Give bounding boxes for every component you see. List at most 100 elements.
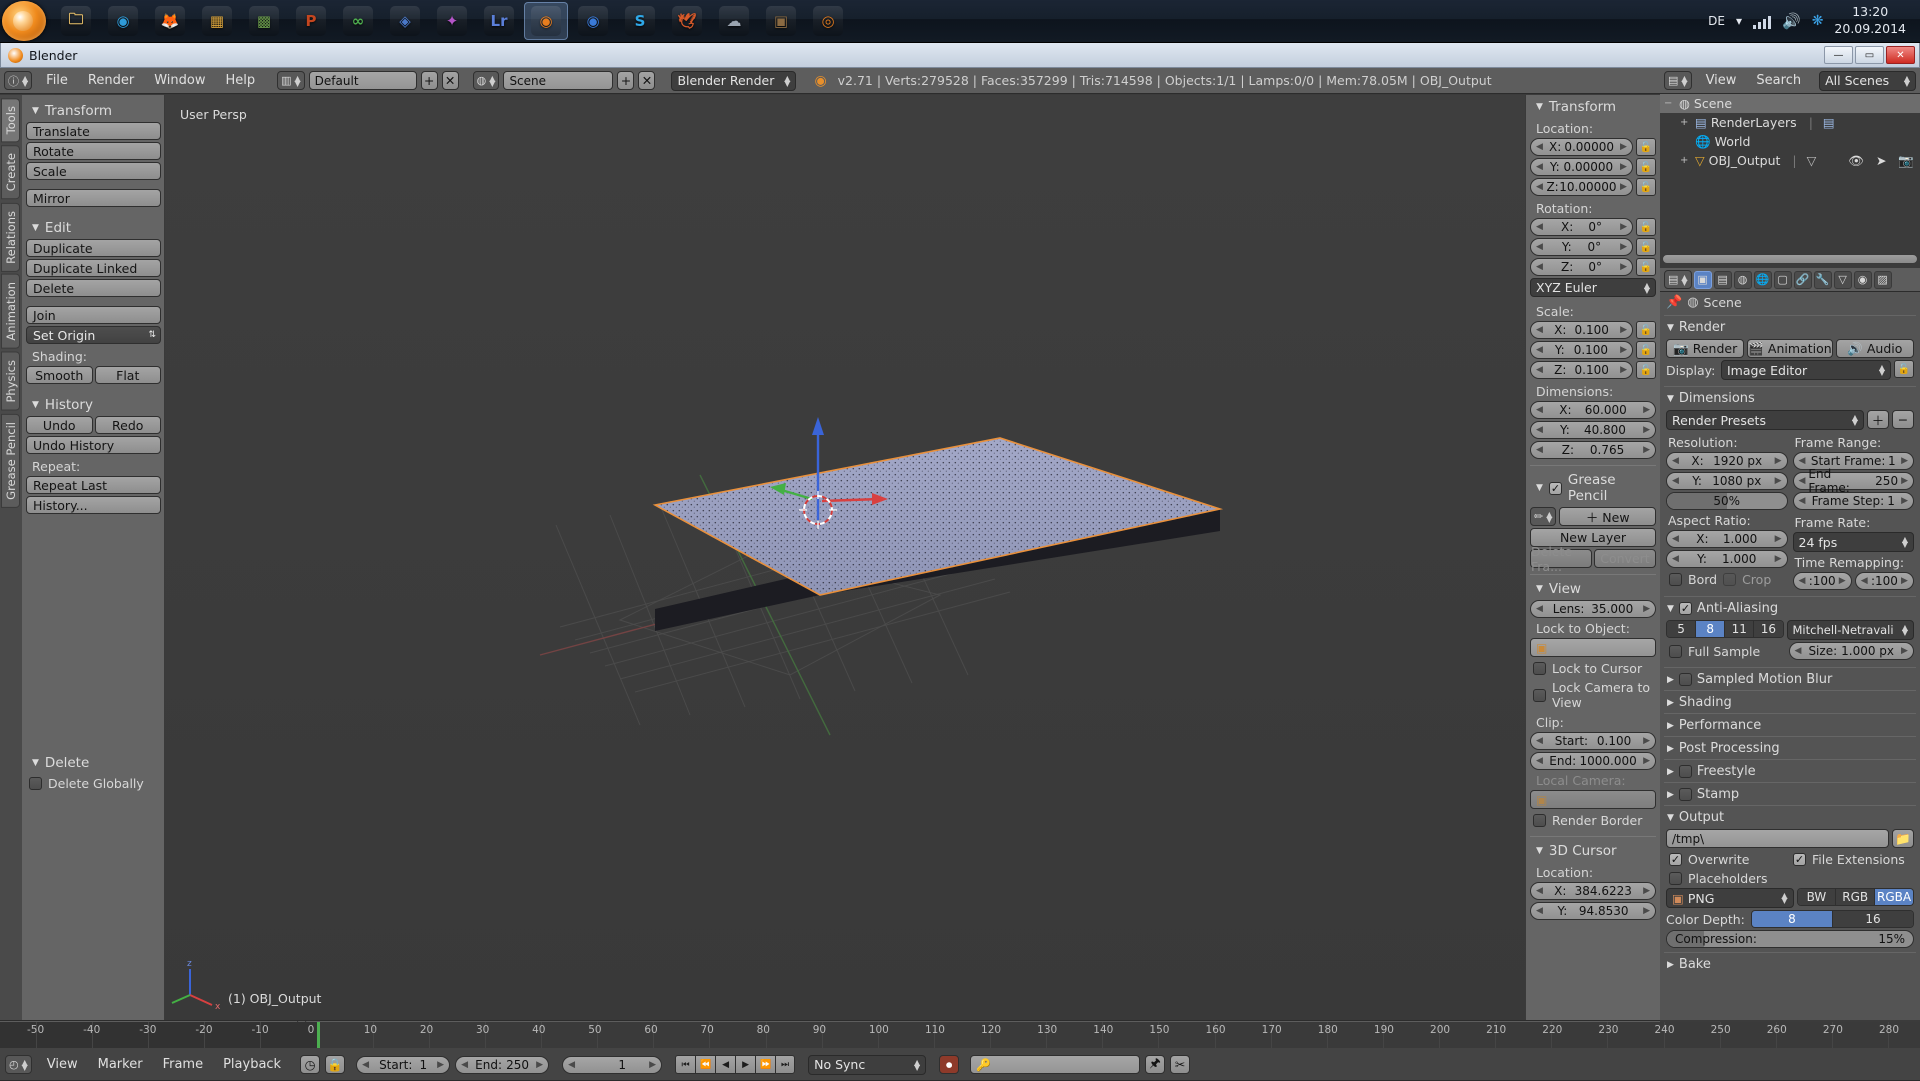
decrement-arrow-icon[interactable]: ◀: [1536, 182, 1543, 192]
render-presets-selector[interactable]: Render Presets▲▼: [1666, 410, 1864, 430]
grease-pencil-delete-frame-button[interactable]: Delete Fra...: [1530, 549, 1592, 568]
mesh-data-icon[interactable]: ▽: [1807, 153, 1817, 168]
display-mode-selector[interactable]: Image Editor▲▼: [1721, 360, 1891, 380]
lock-camera-to-view-checkbox[interactable]: [1533, 689, 1546, 702]
decrement-arrow-icon[interactable]: ◀: [1536, 162, 1543, 172]
blender-icon[interactable]: ◉: [524, 2, 568, 40]
scale-x[interactable]: ◀X:0.100▶: [1530, 321, 1633, 339]
decrement-arrow-icon[interactable]: ◀: [1536, 886, 1543, 896]
outliner-row[interactable]: +▽OBJ_Output|▽👁➤📷: [1660, 151, 1920, 170]
dimensions-x[interactable]: ◀X:60.000▶: [1530, 401, 1656, 419]
close-button[interactable]: ✕: [1886, 46, 1915, 64]
toolshelf-panel-transform[interactable]: ▼Transform: [26, 99, 161, 122]
properties-stamp-section[interactable]: ▶Stamp: [1664, 782, 1916, 805]
properties-material-tab[interactable]: ◉: [1854, 271, 1872, 289]
infinity-icon[interactable]: ∞: [336, 2, 380, 40]
decrement-arrow-icon[interactable]: ◀: [461, 1060, 468, 1070]
render-border-toggle[interactable]: Bord: [1666, 570, 1720, 589]
decrement-arrow-icon[interactable]: ◀: [1536, 325, 1543, 335]
editor-type-selector-outliner[interactable]: ▤ ▲▼: [1664, 71, 1692, 90]
tool-button-duplicate-linked[interactable]: Duplicate Linked: [26, 259, 161, 277]
outliner-menu-search[interactable]: Search: [1746, 70, 1811, 91]
decrement-arrow-icon[interactable]: ◀: [1536, 405, 1543, 415]
add-scene-button[interactable]: +: [617, 71, 634, 90]
tool-button-set-origin[interactable]: Set Origin⇅: [26, 326, 161, 344]
screen-layout-icon-box[interactable]: ▥ ▲▼: [277, 71, 305, 90]
start-button[interactable]: [2, 1, 46, 41]
properties-sampled-motion-blur-section[interactable]: ▶Sampled Motion Blur: [1664, 667, 1916, 690]
render-animation-button[interactable]: 🎬Animation: [1747, 339, 1832, 358]
tray-chevron-icon[interactable]: ▾: [1736, 14, 1742, 28]
paint-icon[interactable]: ✦: [430, 2, 474, 40]
decrement-arrow-icon[interactable]: ◀: [1672, 476, 1679, 486]
placeholders-checkbox[interactable]: [1669, 872, 1682, 885]
tool-button-mirror[interactable]: Mirror: [26, 189, 161, 207]
tool-button-flat[interactable]: Flat: [95, 366, 162, 384]
outliner-menu-view[interactable]: View: [1696, 70, 1747, 91]
lock-camera-to-view[interactable]: Lock Camera to View: [1530, 678, 1656, 712]
file-extensions[interactable]: ✓File Extensions: [1790, 850, 1914, 869]
local-camera-field[interactable]: ▣: [1530, 790, 1656, 809]
dimensions-z[interactable]: ◀Z:0.765▶: [1530, 441, 1656, 459]
decrement-arrow-icon[interactable]: ◀: [1536, 345, 1543, 355]
properties-render-section[interactable]: ▼Render: [1664, 315, 1916, 338]
minecraft-icon[interactable]: ▩: [242, 2, 286, 40]
rotation-lock-y[interactable]: 🔓: [1636, 238, 1656, 256]
rotation-lock-z[interactable]: 🔓: [1636, 258, 1656, 276]
increment-arrow-icon[interactable]: ▶: [1775, 456, 1782, 466]
increment-arrow-icon[interactable]: ▶: [1901, 646, 1908, 656]
grease-pencil-datablock-selector[interactable]: ✏▲▼: [1530, 507, 1556, 526]
grease-pencil-checkbox[interactable]: ✓: [1549, 482, 1562, 495]
increment-arrow-icon[interactable]: ▶: [1620, 142, 1627, 152]
decrement-arrow-icon[interactable]: ◀: [1536, 262, 1543, 272]
auto-keyframe-icon[interactable]: ◷: [300, 1055, 320, 1074]
photos-icon[interactable]: ▦: [195, 2, 239, 40]
properties-world-tab[interactable]: 🌐: [1754, 271, 1772, 289]
properties-render-layers-tab[interactable]: ▤: [1714, 271, 1732, 289]
network-signal-icon[interactable]: [1753, 14, 1771, 29]
toolshelf-panel-edit[interactable]: ▼Edit: [26, 216, 161, 239]
lock-to-cursor[interactable]: Lock to Cursor: [1530, 659, 1656, 678]
menu-render[interactable]: Render: [78, 70, 144, 91]
tool-button-history-[interactable]: History...: [26, 496, 161, 514]
decrement-arrow-icon[interactable]: ◀: [1536, 142, 1543, 152]
play-button[interactable]: ▶: [735, 1055, 755, 1074]
menu-file[interactable]: File: [36, 70, 78, 91]
tool-button-delete[interactable]: Delete: [26, 279, 161, 297]
increment-arrow-icon[interactable]: ▶: [1620, 345, 1627, 355]
decrement-arrow-icon[interactable]: ◀: [1536, 242, 1543, 252]
expand-toggle-icon[interactable]: +: [1680, 155, 1691, 166]
increment-arrow-icon[interactable]: ▶: [1775, 554, 1782, 564]
properties-freestyle-section[interactable]: ▶Freestyle: [1664, 759, 1916, 782]
properties-modifiers-tab[interactable]: 🔧: [1814, 271, 1832, 289]
full-sample-checkbox[interactable]: [1669, 645, 1682, 658]
resolution-percentage-slider[interactable]: 50%: [1666, 492, 1788, 510]
minimize-button[interactable]: —: [1824, 46, 1853, 64]
lock-to-cursor-checkbox[interactable]: [1533, 662, 1546, 675]
editor-type-selector-properties[interactable]: ▤ ▲▼: [1664, 270, 1692, 289]
jump-to-start-button[interactable]: ⏮: [675, 1055, 695, 1074]
tool-button-undo-history[interactable]: Undo History: [26, 436, 161, 454]
render-frame-step[interactable]: ◀Frame Step:1▶: [1793, 492, 1915, 510]
location-lock-y[interactable]: 🔓: [1636, 158, 1656, 176]
increment-arrow-icon[interactable]: ▶: [1901, 476, 1908, 486]
color-mode-rgba[interactable]: RGBA: [1875, 889, 1913, 905]
render-crop-toggle[interactable]: Crop: [1720, 570, 1774, 589]
decrement-arrow-icon[interactable]: ◀: [1536, 425, 1543, 435]
npanel-view-title[interactable]: ▼View: [1530, 577, 1656, 600]
increment-arrow-icon[interactable]: ▶: [1901, 496, 1908, 506]
decrement-arrow-icon[interactable]: ◀: [1861, 576, 1868, 586]
decrement-arrow-icon[interactable]: ◀: [1672, 554, 1679, 564]
increment-arrow-icon[interactable]: ▶: [1620, 222, 1627, 232]
clip-start[interactable]: ◀Start:0.100▶: [1530, 732, 1656, 750]
firefox-icon[interactable]: 🦊: [148, 2, 192, 40]
decrement-arrow-icon[interactable]: ◀: [1672, 456, 1679, 466]
properties-freestyle-section-checkbox[interactable]: [1679, 765, 1692, 778]
decrement-arrow-icon[interactable]: ◀: [1672, 534, 1679, 544]
selectable-cursor-icon[interactable]: ➤: [1876, 153, 1886, 169]
increment-arrow-icon[interactable]: ▶: [1620, 162, 1627, 172]
properties-output-section[interactable]: ▼Output: [1664, 805, 1916, 828]
compression-slider[interactable]: Compression:15%: [1666, 930, 1914, 948]
toolshelf-tab-grease-pencil[interactable]: Grease Pencil: [1, 414, 20, 508]
properties-data-tab[interactable]: ▽: [1834, 271, 1852, 289]
